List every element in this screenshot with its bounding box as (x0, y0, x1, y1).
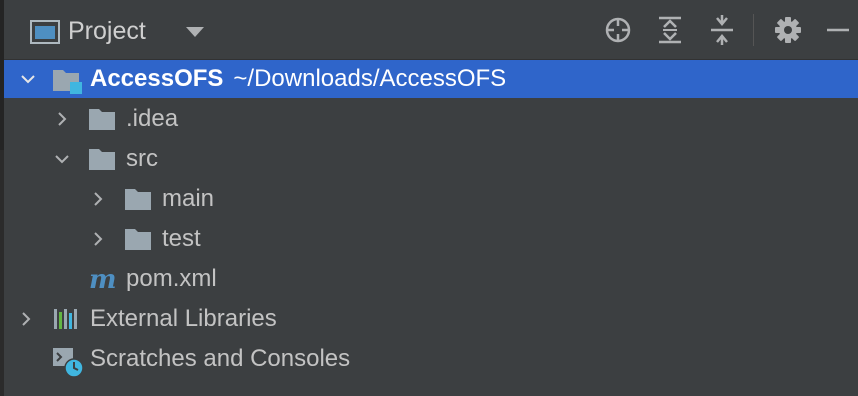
collapse-all-icon[interactable] (706, 14, 738, 46)
root-module-path: ~/Downloads/AccessOFS (233, 65, 507, 92)
toolbar-separator (753, 14, 754, 46)
gear-icon[interactable] (772, 14, 804, 46)
tree-row-scratches[interactable]: Scratches and Consoles (4, 340, 858, 378)
view-title[interactable]: Project (68, 15, 146, 47)
project-tree: AccessOFS ~/Downloads/AccessOFS .idea src (4, 60, 858, 396)
chevron-down-icon[interactable] (54, 151, 70, 167)
maven-icon: m (88, 265, 117, 295)
tree-row-main[interactable]: main (4, 180, 858, 218)
libraries-icon (52, 307, 80, 331)
locate-icon[interactable] (602, 14, 634, 46)
project-tool-window: Project AccessOFS ~/Downloads/AccessOFS … (0, 0, 858, 396)
tree-row-pom[interactable]: m pom.xml (4, 260, 858, 298)
project-view-icon[interactable] (30, 20, 60, 44)
tree-row-label: src (126, 145, 158, 172)
tree-row-label: .idea (126, 105, 179, 132)
chevron-right-icon[interactable] (90, 191, 106, 207)
chevron-down-icon[interactable] (20, 71, 36, 87)
folder-icon (124, 187, 152, 211)
tree-row-test[interactable]: test (4, 220, 858, 258)
svg-text:m: m (89, 267, 117, 293)
tree-row-label: main (162, 185, 215, 212)
tree-row-idea[interactable]: .idea (4, 100, 858, 138)
folder-icon (88, 147, 116, 171)
tree-row-label: Scratches and Consoles (90, 345, 351, 372)
tree-row-label: test (162, 225, 201, 252)
chevron-right-icon[interactable] (90, 231, 106, 247)
tree-row-label: External Libraries (90, 305, 277, 332)
minimize-icon[interactable] (822, 14, 854, 46)
folder-icon (88, 107, 116, 131)
chevron-right-icon[interactable] (18, 311, 34, 327)
scratches-icon (52, 347, 84, 378)
module-folder-icon (52, 67, 82, 94)
tree-row-label: AccessOFS ~/Downloads/AccessOFS (90, 64, 506, 94)
chevron-right-icon[interactable] (54, 111, 70, 127)
root-module-name: AccessOFS (90, 65, 224, 92)
chevron-down-icon[interactable] (184, 24, 206, 40)
tree-row-label: pom.xml (126, 265, 217, 292)
tree-row-root[interactable]: AccessOFS ~/Downloads/AccessOFS (4, 60, 858, 98)
tree-row-external-libraries[interactable]: External Libraries (4, 300, 858, 338)
tree-row-src[interactable]: src (4, 140, 858, 178)
tool-window-header: Project (4, 0, 858, 60)
expand-all-icon[interactable] (654, 14, 686, 46)
folder-icon (124, 227, 152, 251)
